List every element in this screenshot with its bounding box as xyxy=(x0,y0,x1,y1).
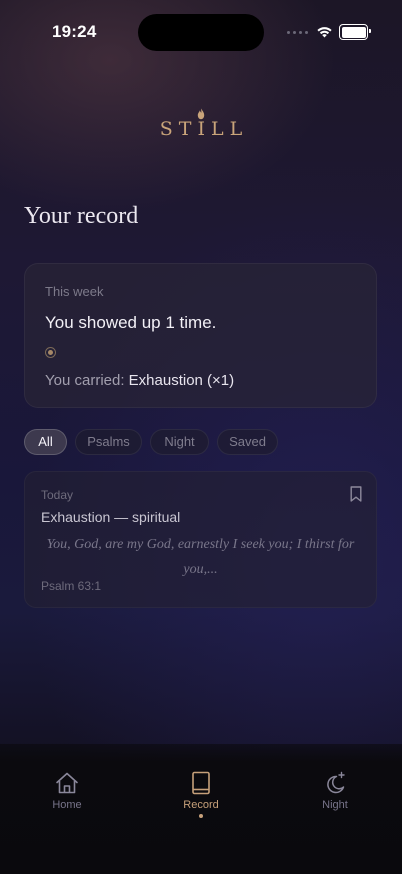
tab-bar: Home Record Night xyxy=(0,744,402,874)
battery-icon xyxy=(339,24,371,40)
carried-prefix: You carried: xyxy=(45,372,129,389)
tab-record-label: Record xyxy=(183,799,219,811)
filter-chip-saved[interactable]: Saved xyxy=(217,429,278,455)
record-entry-card[interactable]: Today Exhaustion — spiritual You, God, a… xyxy=(24,471,377,608)
tab-record[interactable]: Record xyxy=(156,770,246,818)
filter-chip-all[interactable]: All xyxy=(24,429,67,455)
brand-name: STILL xyxy=(159,118,249,140)
filter-chip-psalms[interactable]: Psalms xyxy=(75,429,142,455)
dynamic-island xyxy=(138,14,264,51)
bookmark-icon[interactable] xyxy=(350,486,362,502)
wifi-icon xyxy=(317,27,332,38)
entry-reference: Psalm 63:1 xyxy=(41,579,102,593)
entry-date: Today xyxy=(41,488,74,502)
tab-night[interactable]: Night xyxy=(290,770,380,811)
carried-value: Exhaustion (×1) xyxy=(128,372,235,389)
book-icon xyxy=(192,771,210,795)
summary-carried: You carried: Exhaustion (×1) xyxy=(45,372,234,389)
tab-home[interactable]: Home xyxy=(22,770,112,811)
page-title: Your record xyxy=(24,203,139,229)
weekly-summary-card: This week You showed up 1 time. You carr… xyxy=(24,263,377,408)
active-tab-indicator xyxy=(199,814,203,818)
filter-chips: All Psalms Night Saved xyxy=(24,429,278,455)
entry-title: Exhaustion — spiritual xyxy=(41,509,181,525)
summary-period-label: This week xyxy=(45,284,104,299)
status-icons xyxy=(287,24,371,40)
tab-home-label: Home xyxy=(52,799,82,811)
moon-icon xyxy=(327,771,345,794)
visit-dot-icon xyxy=(45,347,56,358)
home-icon xyxy=(56,772,78,794)
filter-chip-night[interactable]: Night xyxy=(150,429,209,455)
tab-night-label: Night xyxy=(322,799,348,811)
status-time: 19:24 xyxy=(52,22,97,41)
brand-logo: STILL xyxy=(0,108,402,140)
summary-headline: You showed up 1 time. xyxy=(45,313,217,332)
signal-dots-icon xyxy=(287,30,308,34)
status-bar: 19:24 xyxy=(0,0,402,64)
entry-verse: You, God, are my God, earnestly I seek y… xyxy=(46,537,355,577)
